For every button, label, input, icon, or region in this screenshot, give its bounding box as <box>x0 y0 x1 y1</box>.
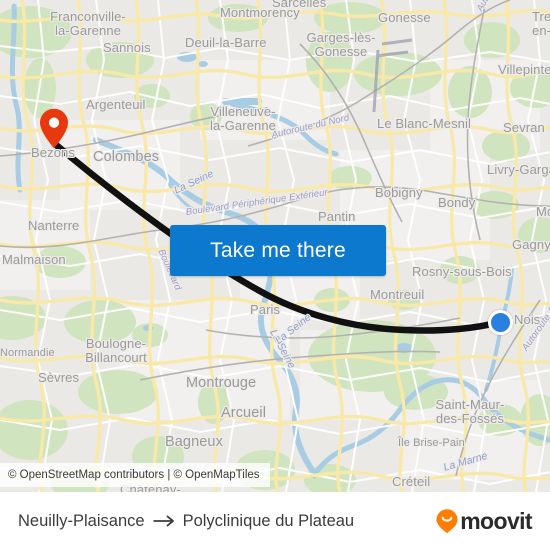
arrow-right-icon <box>153 515 174 527</box>
moovit-route-screenshot: Franconville-la-Garenne Montmorency Sarcel… <box>0 0 550 550</box>
map-canvas[interactable]: Franconville-la-Garenne Montmorency Sarcel… <box>0 0 550 492</box>
map-attribution[interactable]: © OpenStreetMap contributors | © OpenMap… <box>0 463 270 487</box>
moovit-pin-icon <box>436 509 458 533</box>
route-origin-label: Neuilly-Plaisance <box>18 511 145 530</box>
take-me-there-button[interactable]: Take me there <box>170 225 386 276</box>
moovit-logo[interactable]: moovit <box>435 507 533 534</box>
bottom-bar: Neuilly-Plaisance Polyclinique du Platea… <box>0 492 550 550</box>
route-summary: Neuilly-Plaisance Polyclinique du Platea… <box>18 512 435 531</box>
moovit-wordmark: moovit <box>460 507 532 534</box>
circle-dot-icon[interactable] <box>488 310 513 335</box>
route-destination-label: Polyclinique du Plateau <box>182 511 355 530</box>
map-pin-icon[interactable] <box>39 108 69 149</box>
